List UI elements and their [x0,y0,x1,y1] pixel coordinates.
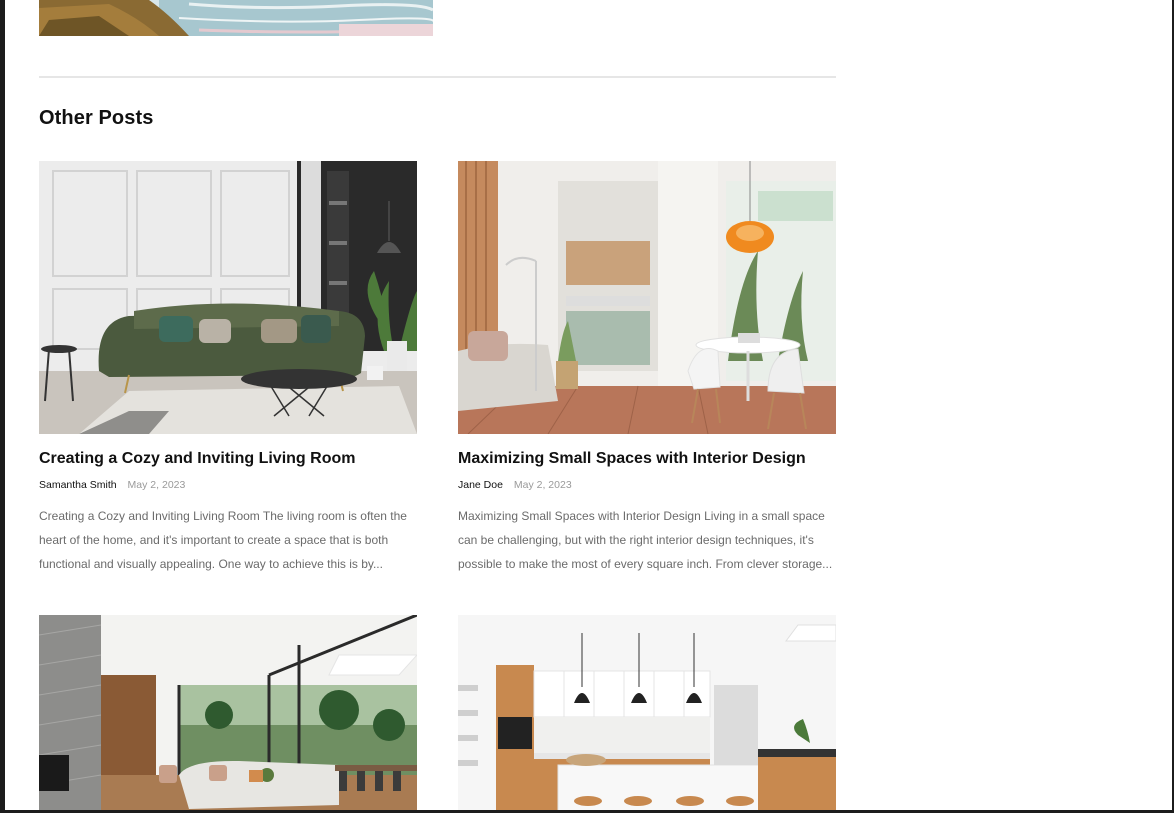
post-author[interactable]: Jane Doe [458,479,503,491]
post-excerpt: Maximizing Small Spaces with Interior De… [458,509,833,571]
post-thumbnail-living-room[interactable] [39,161,417,434]
post-card[interactable] [39,615,417,810]
post-thumbnail-small-space[interactable] [458,161,836,434]
post-title[interactable]: Creating a Cozy and Inviting Living Room [39,449,417,469]
post-card[interactable] [458,615,836,810]
post-title[interactable]: Maximizing Small Spaces with Interior De… [458,449,836,469]
section-divider [39,76,836,78]
post-card[interactable]: Creating a Cozy and Inviting Living Room… [39,161,417,576]
featured-post-image [39,0,433,36]
post-meta: Samantha Smith May 2, 2023 [39,478,417,492]
post-thumbnail-kitchen[interactable] [458,615,836,810]
post-date: May 2, 2023 [513,479,572,491]
page: Other Posts Creating a Cozy and Inviting… [5,0,1172,810]
post-author[interactable]: Samantha Smith [39,479,117,491]
post-thumbnail-open-living[interactable] [39,615,417,810]
post-date: May 2, 2023 [127,479,186,491]
post-card[interactable]: Maximizing Small Spaces with Interior De… [458,161,836,576]
post-meta: Jane Doe May 2, 2023 [458,478,836,492]
post-excerpt: Creating a Cozy and Inviting Living Room… [39,509,407,571]
other-posts-heading: Other Posts [39,107,154,129]
